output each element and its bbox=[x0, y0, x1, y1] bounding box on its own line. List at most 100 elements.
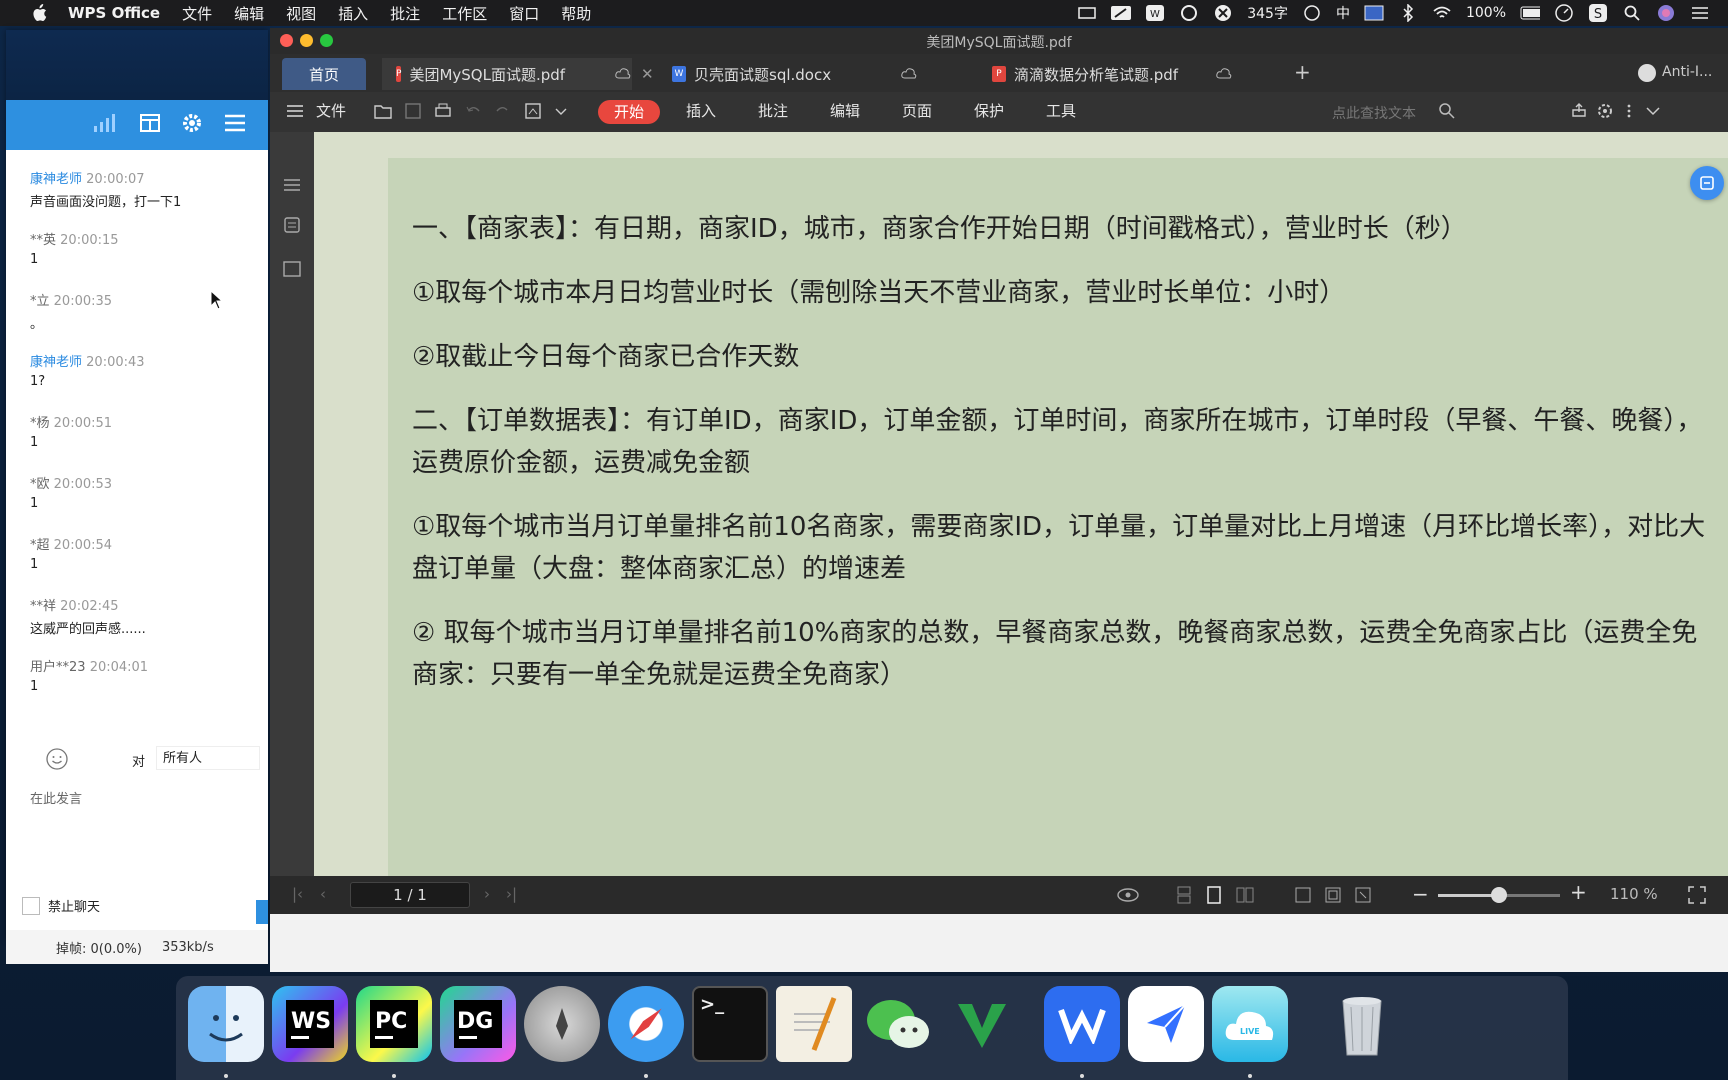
trash-icon[interactable] bbox=[1324, 986, 1400, 1062]
tab-protect[interactable]: 保护 bbox=[974, 100, 1004, 121]
zoom-slider-handle[interactable] bbox=[1491, 887, 1507, 903]
annotation-list-icon[interactable] bbox=[282, 260, 302, 278]
wifi-icon[interactable] bbox=[1432, 5, 1452, 21]
apple-icon[interactable] bbox=[28, 2, 50, 24]
cloud-icon[interactable] bbox=[615, 65, 631, 83]
settings-gear-icon[interactable] bbox=[182, 113, 202, 137]
floating-tool-button[interactable] bbox=[1690, 166, 1724, 200]
print-icon[interactable] bbox=[434, 102, 452, 120]
collapse-ribbon-icon[interactable] bbox=[1644, 102, 1662, 120]
feishu-icon[interactable] bbox=[1128, 986, 1204, 1062]
thumbnail-icon[interactable] bbox=[282, 216, 302, 234]
undo-icon[interactable] bbox=[464, 102, 482, 120]
outline-icon[interactable] bbox=[282, 176, 302, 194]
tab-didi-pdf[interactable]: P 滴滴数据分析笔试题.pdf bbox=[992, 58, 1272, 90]
tab-edit[interactable]: 编辑 bbox=[830, 100, 860, 121]
siri-icon[interactable] bbox=[1656, 5, 1676, 21]
smiley-icon[interactable] bbox=[1302, 5, 1322, 21]
menu-app-name[interactable]: WPS Office bbox=[68, 4, 160, 22]
menu-window[interactable]: 窗口 bbox=[509, 3, 539, 24]
fit-page-icon[interactable] bbox=[1324, 886, 1342, 904]
menu-view[interactable]: 视图 bbox=[286, 3, 316, 24]
pycharm-icon[interactable]: PC bbox=[356, 986, 432, 1062]
new-tab-button[interactable]: + bbox=[1294, 60, 1311, 84]
tab-tools[interactable]: 工具 bbox=[1046, 100, 1076, 121]
prev-page-icon[interactable]: ‹ bbox=[320, 885, 326, 903]
zoom-slider[interactable] bbox=[1438, 887, 1560, 903]
safari-icon[interactable] bbox=[608, 986, 684, 1062]
menu-workspace[interactable]: 工作区 bbox=[442, 3, 487, 24]
chat-message-list[interactable]: 康神老师 20:00:07 声音画面没问题，打一下1 **英 20:00:15 … bbox=[6, 150, 268, 768]
vim-icon[interactable] bbox=[944, 986, 1020, 1062]
menu-insert[interactable]: 插入 bbox=[338, 3, 368, 24]
next-page-icon[interactable]: › bbox=[484, 885, 490, 903]
two-page-view-icon[interactable] bbox=[1236, 886, 1254, 904]
recipient-select[interactable]: 所有人 bbox=[156, 746, 260, 770]
share-icon[interactable] bbox=[1570, 102, 1588, 120]
redo-icon[interactable] bbox=[494, 102, 512, 120]
tab-page[interactable]: 页面 bbox=[902, 100, 932, 121]
ban-chat-toggle[interactable]: 禁止聊天 bbox=[22, 896, 100, 915]
single-page-view-icon[interactable] bbox=[1206, 886, 1222, 904]
input-method[interactable]: 中 bbox=[1336, 3, 1350, 23]
export-pdf-icon[interactable] bbox=[524, 102, 542, 120]
webstorm-icon[interactable]: WS bbox=[272, 986, 348, 1062]
fullscreen-icon[interactable] bbox=[1688, 886, 1706, 904]
fit-width-icon[interactable] bbox=[1294, 886, 1312, 904]
cloud-live-icon[interactable]: LIVE bbox=[1212, 986, 1288, 1062]
tab-annotate[interactable]: 批注 bbox=[758, 100, 788, 121]
tab-meituan-pdf[interactable]: P 美团MySQL面试题.pdf ✕ bbox=[382, 58, 654, 90]
send-button[interactable] bbox=[256, 900, 268, 924]
find-text-input[interactable]: 点此查找文本 bbox=[1332, 103, 1416, 123]
file-menu[interactable]: 文件 bbox=[316, 100, 346, 121]
search-icon[interactable] bbox=[1438, 102, 1456, 120]
battery-icon[interactable] bbox=[1520, 5, 1540, 21]
settings-icon[interactable] bbox=[1596, 102, 1614, 120]
menu-file[interactable]: 文件 bbox=[182, 3, 212, 24]
s-tray-icon[interactable]: S bbox=[1588, 4, 1608, 22]
tab-start[interactable]: 开始 bbox=[598, 100, 660, 124]
notification-center-icon[interactable] bbox=[1690, 5, 1710, 21]
screen-icon[interactable] bbox=[1364, 5, 1384, 21]
x-tray-icon[interactable] bbox=[1213, 5, 1233, 21]
signal-icon[interactable] bbox=[92, 114, 118, 136]
tab-home[interactable]: 首页 bbox=[282, 58, 366, 90]
more-dropdown-icon[interactable] bbox=[552, 102, 570, 120]
last-page-icon[interactable]: ›| bbox=[506, 885, 517, 903]
zoom-level[interactable]: 110 % bbox=[1610, 885, 1658, 903]
close-tab-icon[interactable]: ✕ bbox=[641, 65, 654, 83]
tab-insert[interactable]: 插入 bbox=[686, 100, 716, 121]
datagrip-icon[interactable]: DG bbox=[440, 986, 516, 1062]
continuous-view-icon[interactable] bbox=[1176, 886, 1192, 904]
ban-chat-checkbox[interactable] bbox=[22, 896, 40, 915]
clock-icon[interactable] bbox=[1554, 4, 1574, 22]
spotlight-search-icon[interactable] bbox=[1622, 5, 1642, 21]
menu-annotate[interactable]: 批注 bbox=[390, 3, 420, 24]
save-icon[interactable] bbox=[404, 102, 422, 120]
more-icon[interactable] bbox=[1620, 102, 1638, 120]
menu-hamburger-icon[interactable] bbox=[224, 114, 246, 136]
menu-help[interactable]: 帮助 bbox=[561, 3, 591, 24]
textedit-icon[interactable] bbox=[776, 986, 852, 1062]
document-view[interactable]: 一、【商家表】：有日期，商家ID，城市，商家合作开始日期（时间戳格式），营业时长… bbox=[314, 132, 1728, 876]
page-number-input[interactable]: 1 / 1 bbox=[350, 882, 470, 908]
wps-tray-icon[interactable]: W bbox=[1145, 5, 1165, 21]
finder-icon[interactable] bbox=[188, 986, 264, 1062]
creative-cloud-icon[interactable] bbox=[1179, 5, 1199, 21]
first-page-icon[interactable]: |‹ bbox=[292, 885, 303, 903]
avatar[interactable] bbox=[1638, 64, 1656, 82]
tab-beike-docx[interactable]: W 贝壳面试题sql.docx bbox=[672, 58, 922, 90]
share-screen-icon[interactable] bbox=[140, 114, 160, 136]
display-icon[interactable] bbox=[1077, 5, 1097, 21]
hamburger-menu-icon[interactable] bbox=[286, 102, 304, 120]
wps-office-icon[interactable] bbox=[1044, 986, 1120, 1062]
zoom-in-button[interactable]: + bbox=[1570, 880, 1587, 904]
pen-icon[interactable] bbox=[1111, 5, 1132, 21]
chat-input[interactable]: 在此发言 bbox=[20, 780, 260, 890]
cloud-icon[interactable] bbox=[901, 65, 917, 83]
cloud-icon[interactable] bbox=[1216, 65, 1232, 83]
open-folder-icon[interactable] bbox=[374, 102, 392, 120]
account-name[interactable]: Anti-I... bbox=[1662, 64, 1712, 80]
bluetooth-icon[interactable] bbox=[1398, 4, 1418, 22]
zoom-out-button[interactable]: − bbox=[1412, 882, 1429, 906]
